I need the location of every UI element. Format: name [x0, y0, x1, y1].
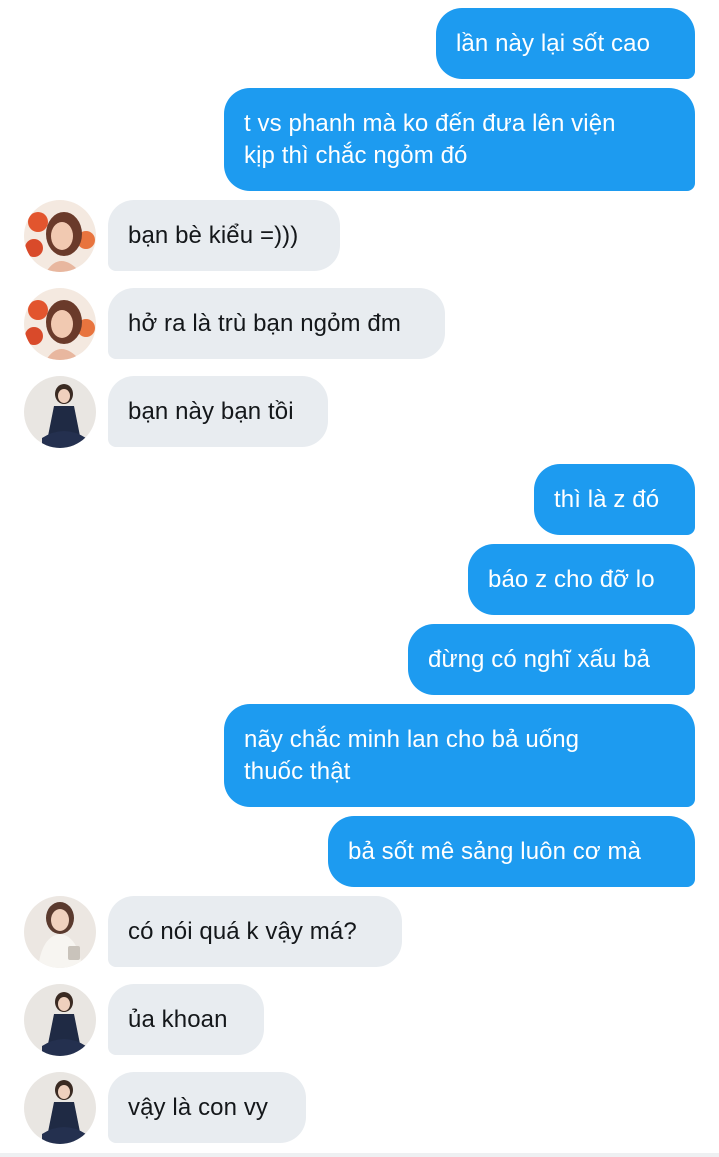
avatar[interactable]	[24, 288, 96, 360]
message-bubble-outgoing[interactable]: bả sốt mê sảng luôn cơ mà	[328, 816, 695, 887]
message-bubble-outgoing[interactable]: báo z cho đỡ lo	[468, 544, 695, 615]
message-bubble-outgoing[interactable]: t vs phanh mà ko đến đưa lên viện kịp th…	[224, 88, 695, 191]
portrait-white-sweater-icon	[24, 896, 96, 968]
message-bubble-incoming[interactable]: vậy là con vy	[108, 1072, 306, 1143]
portrait-red-flowers-icon	[24, 200, 96, 272]
chat-thread: lần này lại sốt cao t vs phanh mà ko đến…	[0, 0, 719, 1157]
avatar[interactable]	[24, 376, 96, 448]
message-bubble-incoming[interactable]: có nói quá k vậy má?	[108, 896, 402, 967]
avatar[interactable]	[24, 1072, 96, 1144]
portrait-red-flowers-icon	[24, 288, 96, 360]
avatar[interactable]	[24, 200, 96, 272]
divider	[0, 1153, 719, 1157]
avatar[interactable]	[24, 984, 96, 1056]
portrait-dark-dress-icon	[24, 376, 96, 448]
message-bubble-outgoing[interactable]: nãy chắc minh lan cho bả uống thuốc thật	[224, 704, 695, 807]
message-bubble-outgoing[interactable]: thì là z đó	[534, 464, 695, 535]
portrait-dark-dress-icon	[24, 984, 96, 1056]
portrait-dark-dress-icon	[24, 1072, 96, 1144]
message-bubble-incoming[interactable]: bạn bè kiểu =)))	[108, 200, 340, 271]
message-bubble-incoming[interactable]: ủa khoan	[108, 984, 264, 1055]
message-bubble-incoming[interactable]: hở ra là trù bạn ngỏm đm	[108, 288, 445, 359]
avatar[interactable]	[24, 896, 96, 968]
message-bubble-incoming[interactable]: bạn này bạn tồi	[108, 376, 328, 447]
message-bubble-outgoing[interactable]: đừng có nghĩ xấu bả	[408, 624, 695, 695]
message-bubble-outgoing[interactable]: lần này lại sốt cao	[436, 8, 695, 79]
